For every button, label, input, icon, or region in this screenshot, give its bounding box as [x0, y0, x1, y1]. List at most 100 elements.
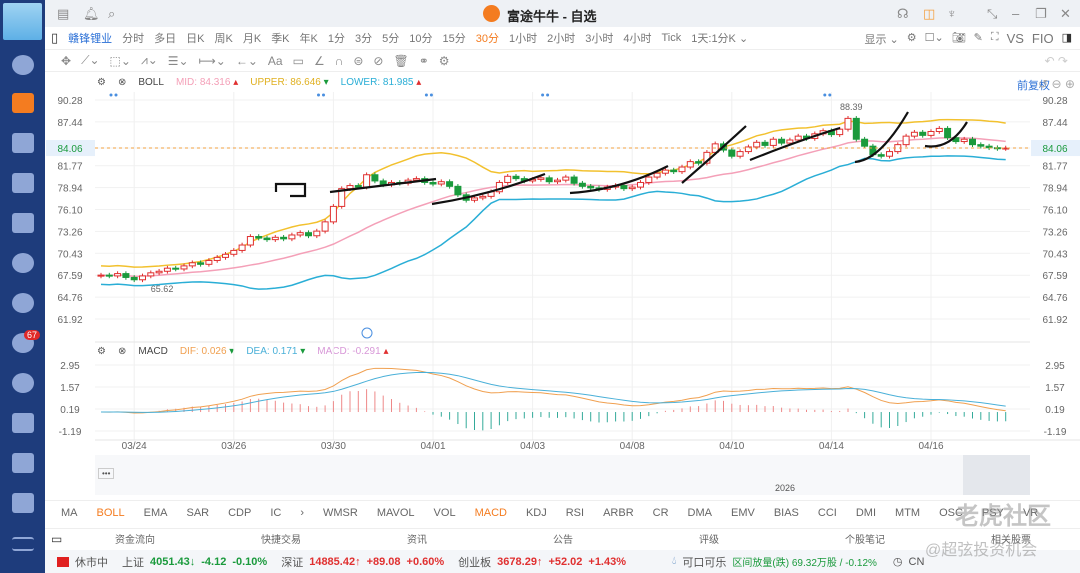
trade-icon[interactable]	[12, 173, 34, 193]
bottom-tab[interactable]: 快捷交易	[261, 531, 301, 546]
note-tool-icon[interactable]: ▭	[293, 54, 304, 68]
boll-close-icon[interactable]: ⊗	[118, 77, 126, 88]
period-tab[interactable]: 多日	[154, 30, 176, 46]
period-tab[interactable]: 4小时	[623, 30, 651, 46]
magnet-icon[interactable]: ∩	[335, 54, 344, 68]
period-tab[interactable]: 分时	[122, 30, 144, 46]
pencil-icon[interactable]: ✎	[974, 31, 983, 47]
layout-box-icon[interactable]: ☐⌄	[925, 31, 944, 47]
trend-icon[interactable]	[12, 133, 34, 153]
period-tab[interactable]: 2小时	[547, 30, 575, 46]
code-icon[interactable]	[12, 453, 34, 473]
fio-button[interactable]: FIO	[1032, 31, 1054, 47]
panel-icon[interactable]: ▭	[51, 532, 62, 546]
side-panel-icon[interactable]: ◨	[1062, 31, 1072, 47]
zoom-controls-icon[interactable]: ↺ ⊖ ⊕	[1038, 77, 1075, 91]
vs-button[interactable]: VS	[1007, 31, 1024, 47]
indicator-tab[interactable]: DMI	[856, 507, 876, 519]
text-tool-icon[interactable]: Aa	[268, 54, 283, 68]
fib-tool-icon[interactable]: ☰⌄	[168, 54, 189, 68]
display-dropdown[interactable]: 显示 ⌄	[864, 31, 898, 47]
navigator-window[interactable]	[963, 455, 1030, 495]
move-icon[interactable]: ✥	[61, 54, 71, 68]
cy-index[interactable]: 3678.29↑	[497, 556, 542, 568]
indicator-tab[interactable]: VOL	[434, 507, 456, 519]
layout-icon[interactable]: ▤	[57, 6, 69, 22]
macd-settings-icon[interactable]: ⚙	[97, 346, 106, 357]
news-stock[interactable]: 可口可乐	[682, 554, 726, 570]
filter-icon[interactable]	[12, 213, 34, 233]
indicator-tab[interactable]: KDJ	[526, 507, 547, 519]
period-tab[interactable]: 3分	[355, 30, 372, 46]
menu-icon[interactable]	[12, 537, 34, 551]
panel-toggle-icon[interactable]: ▯	[51, 30, 58, 46]
camera-icon[interactable]: 📷︎	[952, 31, 966, 47]
period-tab[interactable]: 3小时	[585, 30, 613, 46]
shirt-icon[interactable]: ♆	[947, 6, 957, 21]
region-label[interactable]: CN	[909, 556, 925, 568]
line-tool-icon[interactable]: ⟋⌄	[81, 53, 99, 68]
period-tab[interactable]: 1小时	[509, 30, 537, 46]
indicator-tab[interactable]: BIAS	[774, 507, 799, 519]
period-tab[interactable]: 年K	[300, 30, 318, 46]
indicator-tab[interactable]: IC	[270, 507, 281, 519]
headset-icon[interactable]: ☊	[897, 6, 909, 22]
draw-settings-icon[interactable]: ⚙	[439, 54, 450, 68]
close-icon[interactable]: ✕	[1060, 6, 1071, 22]
trash-icon[interactable]: 🗑︎	[393, 54, 408, 68]
user-icon[interactable]	[12, 55, 34, 75]
indicator-tab[interactable]: DMA	[688, 507, 712, 519]
more-icon[interactable]: •••	[98, 468, 115, 479]
market-chart-icon[interactable]	[12, 93, 34, 113]
indicator-tab[interactable]: EMA	[144, 507, 168, 519]
exchange-icon[interactable]	[12, 293, 34, 313]
period-tab[interactable]: 周K	[215, 30, 233, 46]
bottom-tab[interactable]: 公告	[553, 531, 573, 546]
wave-tool-icon[interactable]: ⩘⌄	[141, 53, 158, 68]
indicator-tab[interactable]: RSI	[566, 507, 584, 519]
stock-name[interactable]: 赣锋锂业	[68, 30, 112, 46]
indicator-tab[interactable]: WMSR	[323, 507, 358, 519]
bag-icon[interactable]: ◫	[923, 6, 935, 22]
news-text[interactable]: 区间放量(跌) 69.32万股 / -0.12%	[732, 554, 876, 569]
boll-settings-icon[interactable]: ⚙	[97, 77, 106, 88]
period-tab[interactable]: 30分	[476, 30, 499, 46]
period-tab[interactable]: 月K	[243, 30, 261, 46]
indicator-tab[interactable]: MACD	[475, 507, 507, 519]
period-tab[interactable]: Tick	[662, 32, 682, 44]
notes-icon[interactable]	[12, 493, 34, 513]
period-tab[interactable]: 1天:1分K ⌄	[691, 30, 748, 46]
price-chart[interactable]: 90.28 90.28 87.44 87.44 84.06 84.06 81.77 81.77…	[0, 0, 1080, 500]
search-icon[interactable]: ⌕	[108, 6, 115, 22]
arrow-tool-icon[interactable]: ←⌄	[236, 54, 258, 68]
macd-close-icon[interactable]: ⊗	[118, 346, 126, 357]
indicator-tab[interactable]: EMV	[731, 507, 755, 519]
lock-icon[interactable]: ⊜	[353, 54, 363, 68]
settings-icon[interactable]: ⚙	[907, 31, 917, 47]
indicator-tab[interactable]: CCI	[818, 507, 837, 519]
period-tab[interactable]: 季K	[271, 30, 289, 46]
indicator-tab[interactable]: BOLL	[97, 507, 125, 519]
indicator-tab[interactable]: MTM	[895, 507, 920, 519]
restore-icon[interactable]: ❐	[1035, 6, 1047, 22]
bottom-tab[interactable]: 资讯	[407, 531, 427, 546]
period-tab[interactable]: 10分	[409, 30, 432, 46]
indicator-tab[interactable]: SAR	[186, 507, 209, 519]
timeline-navigator[interactable]: ••• 2026	[95, 455, 1030, 495]
hide-icon[interactable]: ⊘	[373, 54, 383, 68]
indicator-tab[interactable]: MA	[61, 507, 78, 519]
bottom-tab[interactable]: 评级	[699, 531, 719, 546]
shrink-icon[interactable]: ⤡	[987, 6, 997, 22]
moon-icon[interactable]	[12, 373, 34, 393]
minimize-icon[interactable]: –	[1012, 6, 1019, 21]
rect-tool-icon[interactable]: ⬚⌄	[110, 54, 131, 68]
indicator-tab[interactable]: CR	[653, 507, 669, 519]
indicator-tab[interactable]: ARBR	[603, 507, 634, 519]
period-tab[interactable]: 1分	[328, 30, 345, 46]
sh-index[interactable]: 4051.43↓	[150, 556, 195, 568]
fullscreen-icon[interactable]: ⛶	[991, 31, 999, 47]
period-tab[interactable]: 15分	[443, 30, 466, 46]
bottom-tab[interactable]: 资金流向	[115, 531, 155, 546]
undo-redo-icon[interactable]: ↶ ↷	[1045, 54, 1068, 68]
indicator-tab[interactable]: MAVOL	[377, 507, 415, 519]
